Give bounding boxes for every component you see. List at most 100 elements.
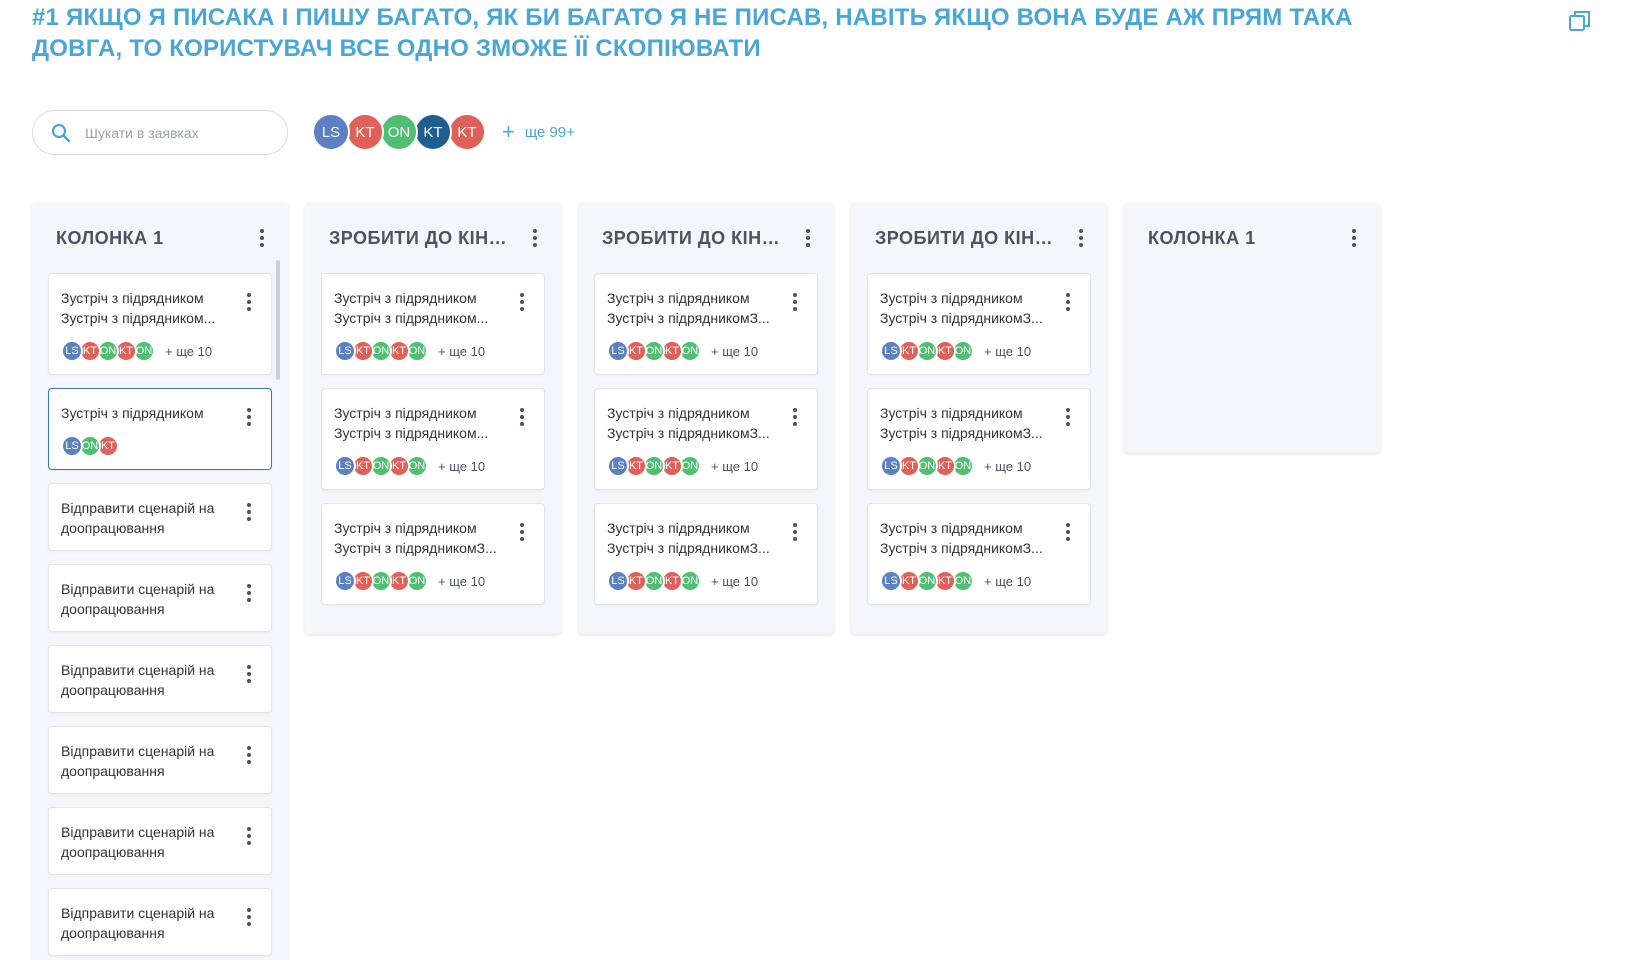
card-text-line: доопрацювання <box>61 520 165 536</box>
card-text-line: Зустріч з підрядником <box>61 290 204 306</box>
search-box[interactable] <box>32 110 288 155</box>
card-menu-icon[interactable] <box>239 500 259 524</box>
card-text: Зустріч з підрядником Зустріч з підрядник… <box>607 288 777 328</box>
card-text-line: Зустріч з підрядникомЗ... <box>607 310 770 326</box>
card-text-line: Зустріч з підрядникомЗ... <box>880 310 1043 326</box>
task-card[interactable]: Відправити сценарій на доопрацювання <box>48 726 272 794</box>
task-card[interactable]: Зустріч з підрядником Зустріч з підрядник… <box>321 503 545 605</box>
card-text: Зустріч з підрядником Зустріч з підрядник… <box>880 518 1050 558</box>
card-menu-icon[interactable] <box>1058 405 1078 429</box>
card-assignees: LS KT ON KT ON + ще 10 <box>607 340 805 362</box>
column-menu-icon[interactable] <box>1344 226 1364 250</box>
card-text-line: Зустріч з підрядникомЗ... <box>334 540 497 556</box>
column-menu-icon[interactable] <box>252 226 272 250</box>
card-text-line: Зустріч з підрядникомЗ... <box>607 425 770 441</box>
task-card[interactable]: Відправити сценарій на доопрацювання <box>48 807 272 875</box>
card-menu-icon[interactable] <box>785 520 805 544</box>
card-menu-icon[interactable] <box>239 405 259 429</box>
card-assignees: LS KT ON KT ON + ще 10 <box>334 340 532 362</box>
card-text: Зустріч з підрядником Зустріч з підрядник… <box>61 288 231 328</box>
column-title: КОЛОНКА 1 <box>1148 227 1256 248</box>
assignee-avatar: LS <box>334 570 356 592</box>
card-text-line: Зустріч з підрядником <box>334 405 477 421</box>
card-text-line: Відправити сценарій на <box>61 662 215 678</box>
card-text-line: Зустріч з підрядником <box>880 290 1023 306</box>
task-card[interactable]: Зустріч з підрядником Зустріч з підрядник… <box>48 273 272 375</box>
member-avatar[interactable]: KT <box>448 113 486 151</box>
card-menu-icon[interactable] <box>239 743 259 767</box>
task-card[interactable]: Зустріч з підрядником LS ON KT <box>48 388 272 470</box>
card-text-line: Зустріч з підрядником... <box>334 310 489 326</box>
card-text-line: Зустріч з підрядником <box>607 520 750 536</box>
card-menu-icon[interactable] <box>239 290 259 314</box>
member-avatar[interactable]: ON <box>380 113 418 151</box>
card-list: Зустріч з підрядником Зустріч з підрядник… <box>578 273 834 634</box>
task-card[interactable]: Зустріч з підрядником Зустріч з підрядник… <box>594 273 818 375</box>
card-text: Відправити сценарій на доопрацювання <box>61 579 231 619</box>
card-text: Зустріч з підрядником Зустріч з підрядник… <box>334 518 504 558</box>
task-card[interactable]: Зустріч з підрядником Зустріч з підрядник… <box>321 388 545 490</box>
card-assignees: LS ON KT <box>61 435 259 457</box>
column-menu-icon[interactable] <box>1071 226 1091 250</box>
column-scrollbar[interactable] <box>276 260 280 380</box>
task-card[interactable]: Зустріч з підрядником Зустріч з підрядник… <box>594 503 818 605</box>
card-menu-icon[interactable] <box>785 405 805 429</box>
card-assignees: LS KT ON KT ON + ще 10 <box>880 340 1078 362</box>
search-icon <box>51 123 71 142</box>
task-card[interactable]: Зустріч з підрядником Зустріч з підрядник… <box>867 273 1091 375</box>
card-menu-icon[interactable] <box>239 662 259 686</box>
card-text: Зустріч з підрядником Зустріч з підрядник… <box>607 518 777 558</box>
more-members-label: ще 99+ <box>524 123 575 141</box>
task-card[interactable]: Зустріч з підрядником Зустріч з підрядник… <box>321 273 545 375</box>
card-menu-icon[interactable] <box>1058 520 1078 544</box>
card-list: Зустріч з підрядником Зустріч з підрядник… <box>305 273 561 634</box>
member-avatar[interactable]: LS <box>312 113 350 151</box>
card-menu-icon[interactable] <box>239 824 259 848</box>
card-menu-icon[interactable] <box>512 290 532 314</box>
task-card[interactable]: Відправити сценарій на доопрацювання <box>48 888 272 956</box>
card-text: Зустріч з підрядником Зустріч з підрядник… <box>334 288 504 328</box>
card-assignees: LS KT ON KT ON + ще 10 <box>334 570 532 592</box>
more-assignees: + ще 10 <box>984 458 1032 474</box>
task-card[interactable]: Відправити сценарій на доопрацювання <box>48 564 272 632</box>
assignee-avatar: LS <box>880 340 902 362</box>
column-title: КОЛОНКА 1 <box>56 227 164 248</box>
column-menu-icon[interactable] <box>798 226 818 250</box>
card-text-line: Зустріч з підрядникомЗ... <box>880 540 1043 556</box>
member-avatar[interactable]: KT <box>346 113 384 151</box>
member-avatar[interactable]: KT <box>414 113 452 151</box>
copy-icon[interactable] <box>1567 8 1593 34</box>
card-text: Зустріч з підрядником Зустріч з підрядник… <box>607 403 777 443</box>
task-card[interactable]: Відправити сценарій на доопрацювання <box>48 645 272 713</box>
card-text-line: Зустріч з підрядником... <box>334 425 489 441</box>
card-list: Зустріч з підрядником Зустріч з підрядник… <box>32 273 288 960</box>
card-menu-icon[interactable] <box>239 905 259 929</box>
card-menu-icon[interactable] <box>512 405 532 429</box>
card-text-line: доопрацювання <box>61 601 165 617</box>
task-card[interactable]: Зустріч з підрядником Зустріч з підрядник… <box>594 388 818 490</box>
card-assignees: LS KT ON KT ON + ще 10 <box>607 455 805 477</box>
more-assignees: + ще 10 <box>438 458 486 474</box>
column-menu-icon[interactable] <box>525 226 545 250</box>
column-title: ЗРОБИТИ ДО КІНЦЯ ТИЖНЯ <box>875 227 1065 248</box>
card-menu-icon[interactable] <box>785 290 805 314</box>
more-members-button[interactable]: + ще 99+ <box>502 121 575 143</box>
card-menu-icon[interactable] <box>239 581 259 605</box>
search-input[interactable] <box>85 124 265 141</box>
board-column: ЗРОБИТИ ДО КІНЦЯ ТИЖНЯ Зустріч з підрядни… <box>305 203 561 634</box>
task-card[interactable]: Зустріч з підрядником Зустріч з підрядник… <box>867 388 1091 490</box>
task-card[interactable]: Відправити сценарій на доопрацювання <box>48 483 272 551</box>
card-assignees: LS KT ON KT ON + ще 10 <box>61 340 259 362</box>
assignee-avatar: LS <box>334 340 356 362</box>
card-text-line: Зустріч з підрядникомЗ... <box>607 540 770 556</box>
card-menu-icon[interactable] <box>1058 290 1078 314</box>
task-card[interactable]: Зустріч з підрядником Зустріч з підрядник… <box>867 503 1091 605</box>
board-column: КОЛОНКА 1 <box>1124 203 1380 453</box>
card-text-line: Зустріч з підрядником <box>607 405 750 421</box>
card-text-line: доопрацювання <box>61 844 165 860</box>
assignee-avatar: LS <box>880 455 902 477</box>
card-text-line: Зустріч з підрядником <box>334 290 477 306</box>
card-text: Зустріч з підрядником Зустріч з підрядник… <box>880 403 1050 443</box>
card-menu-icon[interactable] <box>512 520 532 544</box>
assignee-avatar: LS <box>334 455 356 477</box>
